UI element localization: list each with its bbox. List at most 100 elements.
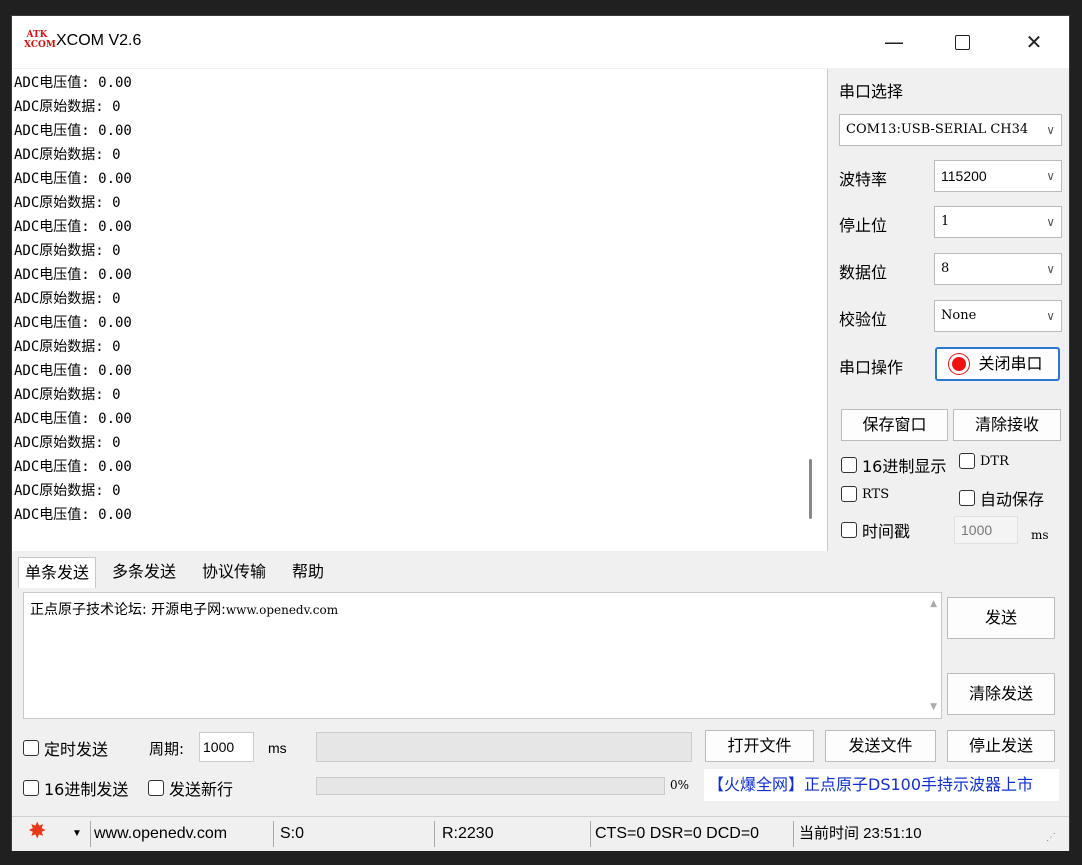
close-port-button[interactable]: 关闭串口 — [935, 347, 1060, 381]
progress-percent: 0% — [670, 778, 690, 792]
promo-link[interactable]: 【火爆全网】正点原子DS100手持示波器上市 — [704, 769, 1059, 801]
receive-line: ADC原始数据: 0 — [14, 99, 121, 115]
close-port-label: 关闭串口 — [978, 354, 1043, 373]
auto-save-label: 自动保存 — [980, 490, 1045, 509]
dropdown-arrow-icon[interactable]: ▼ — [72, 823, 82, 847]
app-logo-icon: ATK XCOM — [24, 30, 56, 54]
timestamp-unit: ms — [1031, 528, 1049, 542]
dtr-checkbox[interactable]: DTR — [959, 453, 1009, 469]
hex-send-checkbox[interactable]: 16进制发送 — [23, 776, 128, 800]
send-text-url: www.openedv.com — [225, 603, 339, 617]
baud-label: 波特率 — [839, 170, 888, 189]
databits-select[interactable]: 8 ∨ — [934, 253, 1062, 285]
status-divider — [434, 821, 435, 847]
auto-save-checkbox[interactable]: 自动保存 — [959, 486, 1044, 510]
send-progress-bar — [316, 777, 665, 795]
parity-label: 校验位 — [839, 310, 888, 329]
gear-icon[interactable]: ✸ — [28, 820, 46, 844]
checkbox-box — [148, 780, 164, 796]
save-window-button[interactable]: 保存窗口 — [841, 409, 948, 441]
baud-select-value: 115200 — [941, 168, 987, 184]
clear-receive-button[interactable]: 清除接收 — [953, 409, 1061, 441]
tab-single-send[interactable]: 单条发送 — [18, 557, 97, 588]
receive-line: ADC电压值: 0.00 — [14, 411, 132, 427]
receive-line: ADC电压值: 0.00 — [14, 75, 132, 91]
receive-line: ADC原始数据: 0 — [14, 147, 121, 163]
send-button[interactable]: 发送 — [947, 597, 1055, 639]
receive-line: ADC原始数据: 0 — [14, 291, 121, 307]
receive-scrollbar[interactable] — [809, 459, 812, 519]
rts-label: RTS — [862, 486, 890, 502]
parity-select[interactable]: None ∨ — [934, 300, 1062, 332]
stopbits-select[interactable]: 1 ∨ — [934, 206, 1062, 238]
timed-send-checkbox[interactable]: 定时发送 — [23, 736, 108, 760]
tab-multi-send[interactable]: 多条发送 — [106, 557, 182, 587]
timestamp-checkbox[interactable]: 时间戳 — [841, 518, 910, 542]
file-path-input[interactable] — [316, 732, 692, 762]
scroll-up-icon[interactable]: ▲ — [930, 599, 937, 609]
receive-line: ADC电压值: 0.00 — [14, 507, 132, 523]
receive-line: ADC原始数据: 0 — [14, 243, 121, 259]
title-bar[interactable]: ATK XCOM XCOM V2.6 — ✕ — [12, 16, 1069, 68]
status-divider — [273, 821, 274, 847]
hex-send-label: 16进制发送 — [44, 780, 129, 799]
status-line-signals: CTS=0 DSR=0 DCD=0 — [595, 825, 760, 842]
logo-top-text: ATK — [26, 30, 48, 40]
scroll-down-icon[interactable]: ▼ — [930, 702, 937, 712]
receive-line: ADC原始数据: 0 — [14, 339, 121, 355]
chevron-down-icon: ∨ — [1046, 309, 1055, 323]
checkbox-box — [959, 453, 975, 469]
status-divider — [90, 821, 91, 847]
receive-line: ADC电压值: 0.00 — [14, 459, 132, 475]
period-input[interactable]: 1000 — [199, 732, 254, 762]
hex-display-checkbox[interactable]: 16进制显示 — [841, 453, 946, 477]
clear-send-button[interactable]: 清除发送 — [947, 673, 1055, 715]
receive-line: ADC电压值: 0.00 — [14, 219, 132, 235]
status-divider — [793, 821, 794, 847]
minimize-button[interactable]: — — [864, 16, 924, 68]
status-bar: ✸ ▼ www.openedv.com S:0 R:2230 CTS=0 DSR… — [12, 816, 1069, 851]
status-current-time: 当前时间 23:51:10 — [799, 825, 922, 842]
port-select[interactable]: COM13:USB-SERIAL CH34 ∨ — [839, 114, 1062, 146]
baud-select[interactable]: 115200 ∨ — [934, 160, 1062, 192]
stop-send-button[interactable]: 停止发送 — [947, 730, 1055, 762]
databits-label: 数据位 — [839, 263, 888, 282]
window-title: XCOM V2.6 — [56, 32, 142, 49]
send-text: 正点原子技术论坛: 开源电子网:www.openedv.com — [30, 599, 338, 619]
checkbox-box — [841, 457, 857, 473]
app-window: ATK XCOM XCOM V2.6 — ✕ ADC电压值: 0.00 ADC原始… — [11, 15, 1070, 851]
checkbox-box — [841, 486, 857, 502]
hex-display-label: 16进制显示 — [862, 457, 947, 476]
receive-line: ADC原始数据: 0 — [14, 483, 121, 499]
port-select-value: COM13:USB-SERIAL CH34 — [846, 122, 1029, 137]
chevron-down-icon: ∨ — [1046, 123, 1055, 137]
receive-line: ADC电压值: 0.00 — [14, 123, 132, 139]
stopbits-label: 停止位 — [839, 216, 888, 235]
send-file-button[interactable]: 发送文件 — [825, 730, 936, 762]
receive-line: ADC原始数据: 0 — [14, 387, 121, 403]
tab-help[interactable]: 帮助 — [286, 557, 330, 587]
chevron-down-icon: ∨ — [1046, 169, 1055, 183]
maximize-button[interactable] — [932, 16, 992, 68]
close-button[interactable]: ✕ — [1004, 16, 1064, 68]
open-file-button[interactable]: 打开文件 — [705, 730, 814, 762]
checkbox-box — [959, 490, 975, 506]
stopbits-select-value: 1 — [941, 214, 950, 229]
rts-checkbox[interactable]: RTS — [841, 486, 889, 502]
timestamp-interval-input[interactable]: 1000 — [954, 516, 1018, 544]
receive-line: ADC原始数据: 0 — [14, 195, 121, 211]
receive-line: ADC电压值: 0.00 — [14, 267, 132, 283]
dtr-label: DTR — [980, 453, 1009, 469]
resize-grip-icon[interactable]: ⋰ — [1046, 827, 1056, 851]
tab-protocol[interactable]: 协议传输 — [196, 557, 272, 587]
period-label: 周期: — [149, 740, 185, 758]
send-newline-checkbox[interactable]: 发送新行 — [148, 776, 233, 800]
close-icon: ✕ — [1025, 30, 1043, 54]
send-input[interactable]: 正点原子技术论坛: 开源电子网:www.openedv.com ▲ ▼ — [23, 592, 942, 719]
parity-select-value: None — [941, 308, 977, 323]
port-label: 串口选择 — [839, 82, 904, 101]
status-website[interactable]: www.openedv.com — [94, 823, 227, 847]
receive-area[interactable]: ADC电压值: 0.00 ADC原始数据: 0 ADC电压值: 0.00 ADC原始数… — [12, 69, 828, 551]
send-newline-label: 发送新行 — [169, 780, 234, 799]
period-unit: ms — [268, 740, 287, 756]
